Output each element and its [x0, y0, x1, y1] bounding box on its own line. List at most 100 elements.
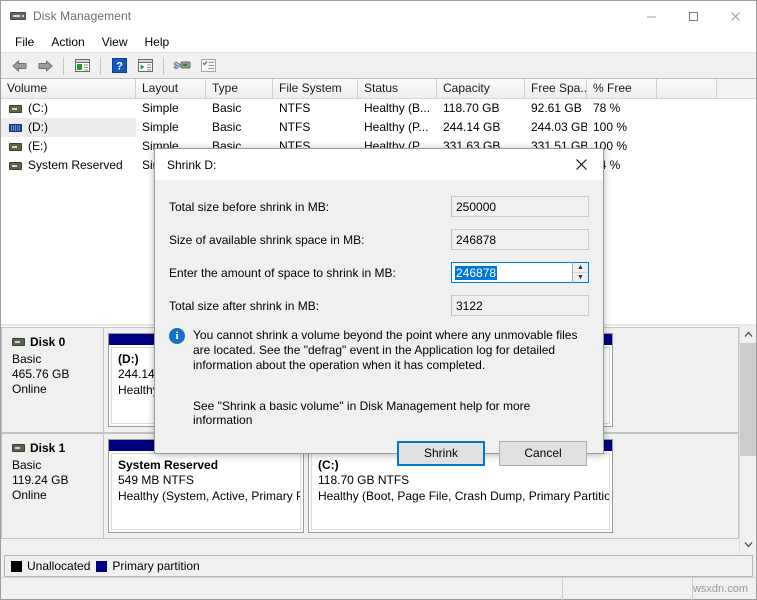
disk-status: Online	[12, 382, 47, 396]
toolbar-separator	[63, 56, 64, 75]
menu-help[interactable]: Help	[137, 32, 178, 52]
cell-free-space: 92.61 GB	[531, 101, 582, 115]
dialog-note-secondary: See "Shrink a basic volume" in Disk Mana…	[193, 399, 531, 427]
total-size-after-value: 3122	[451, 295, 589, 316]
rescan-disks-icon[interactable]	[170, 55, 194, 77]
volume-name: (C:)	[28, 101, 48, 115]
scroll-up-arrow-icon[interactable]	[740, 326, 757, 343]
selected-disk-icon	[9, 123, 22, 132]
field-total-size-after: Total size after shrink in MB: 3122	[169, 295, 589, 316]
partition-status: Healthy (Boot, Page File, Crash Dump, Pr…	[318, 489, 610, 503]
cell-capacity: 244.14 GB	[443, 120, 501, 134]
cell-percent-free: 100 %	[593, 120, 628, 134]
disk-icon	[12, 338, 25, 346]
show-hide-console-tree-icon[interactable]	[70, 55, 94, 77]
volume-name: (D:)	[28, 120, 48, 134]
legend-label: Unallocated	[27, 559, 91, 573]
toolbar-separator	[163, 56, 164, 75]
column-header-free-spa[interactable]: Free Spa...	[525, 79, 587, 98]
legend-swatch	[96, 560, 108, 572]
cell-status: Healthy (B...	[364, 101, 431, 115]
menu-action[interactable]: Action	[43, 32, 92, 52]
disk-type: Basic	[12, 352, 42, 366]
cell-volume: (C:)	[1, 99, 136, 118]
field-shrink-amount: Enter the amount of space to shrink in M…	[169, 262, 589, 283]
disk-size: 465.76 GB	[12, 367, 70, 381]
maximize-button[interactable]	[672, 1, 714, 31]
back-icon[interactable]	[7, 55, 31, 77]
cell-free-space: 244.03 GB	[531, 120, 587, 134]
cell-volume: System Reserved	[1, 156, 136, 175]
shrink-amount-stepper[interactable]: 246878 ▲ ▼	[451, 262, 589, 283]
stepper-up-icon[interactable]: ▲	[573, 263, 588, 273]
field-label: Enter the amount of space to shrink in M…	[169, 265, 396, 280]
disk-info[interactable]: Disk 0 Basic 465.76 GB Online	[2, 328, 104, 432]
cell-volume: (D:)	[1, 118, 136, 137]
field-available-shrink-space: Size of available shrink space in MB: 24…	[169, 229, 589, 250]
total-size-before-value: 250000	[451, 196, 589, 217]
cancel-button[interactable]: Cancel	[499, 440, 587, 466]
volume-row[interactable]: (C:) Simple Basic NTFS Healthy (B... 118.70 G…	[1, 99, 756, 118]
column-header-layout[interactable]: Layout	[136, 79, 206, 98]
disk-pane-scrollbar[interactable]	[739, 326, 756, 553]
legend-item: Unallocated	[11, 559, 90, 573]
status-bar: wsxdn.com	[1, 577, 756, 600]
title-bar: Disk Management	[1, 1, 756, 31]
legend-swatch	[11, 560, 22, 572]
field-label: Total size before shrink in MB:	[169, 199, 330, 214]
menu-file[interactable]: File	[7, 32, 42, 52]
cell-type: Basic	[212, 120, 242, 134]
column-header-capacity[interactable]: Capacity	[437, 79, 525, 98]
partition-legend: Unallocated Primary partition	[4, 555, 753, 577]
dialog-note: i You cannot shrink a volume beyond the …	[169, 328, 589, 373]
cell-layout: Simple	[142, 101, 179, 115]
properties-icon[interactable]	[133, 55, 157, 77]
svg-text:?: ?	[116, 61, 123, 73]
help-icon[interactable]: ?	[107, 55, 131, 77]
field-label: Size of available shrink space in MB:	[169, 232, 365, 247]
cell-type: Basic	[212, 101, 242, 115]
disk-name: Disk 1	[30, 441, 66, 455]
disk-title: Disk 0	[12, 335, 103, 349]
toolbar: ?	[1, 53, 756, 79]
dialog-close-button[interactable]	[559, 149, 603, 180]
scroll-down-arrow-icon[interactable]	[740, 536, 757, 553]
show-hide-action-pane-icon[interactable]	[196, 55, 220, 77]
disk-info[interactable]: Disk 1 Basic 119.24 GB Online	[2, 434, 104, 538]
scrollbar-track[interactable]	[739, 343, 756, 536]
cell-capacity: 118.70 GB	[443, 101, 500, 115]
shrink-button[interactable]: Shrink	[397, 440, 485, 466]
column-header-free[interactable]: % Free	[587, 79, 657, 98]
partition-status: Healthy (System, Active, Primary P	[118, 489, 301, 503]
menu-view[interactable]: View	[94, 32, 136, 52]
shrink-amount-value: 246878	[455, 265, 498, 280]
dialog-buttons: Shrink Cancel	[155, 427, 603, 479]
shrink-amount-input[interactable]: 246878	[451, 262, 572, 283]
volume-name: System Reserved	[28, 158, 123, 172]
available-shrink-space-value: 246878	[451, 229, 589, 250]
volume-list-header: Volume Layout Type File System Status Capacit…	[1, 79, 756, 99]
status-cell-main	[1, 577, 563, 600]
disk-title: Disk 1	[12, 441, 103, 455]
column-header-blank[interactable]	[657, 79, 717, 98]
window-title: Disk Management	[33, 9, 132, 23]
field-total-size-before: Total size before shrink in MB: 250000	[169, 196, 589, 217]
field-label: Total size after shrink in MB:	[169, 298, 320, 313]
cell-file-system: NTFS	[279, 101, 311, 115]
minimize-button[interactable]	[630, 1, 672, 31]
column-header-type[interactable]: Type	[206, 79, 273, 98]
scrollbar-thumb[interactable]	[739, 343, 756, 456]
close-button[interactable]	[714, 1, 756, 31]
volume-row[interactable]: (D:) Simple Basic NTFS Healthy (P... 244.14 G…	[1, 118, 756, 137]
legend-item: Primary partition	[96, 559, 200, 573]
column-header-status[interactable]: Status	[358, 79, 437, 98]
stepper-down-icon[interactable]: ▼	[573, 272, 588, 282]
dialog-note-text: You cannot shrink a volume beyond the po…	[193, 328, 578, 372]
column-header-file-system[interactable]: File System	[273, 79, 358, 98]
disk-size: 119.24 GB	[12, 473, 69, 487]
forward-icon[interactable]	[33, 55, 57, 77]
local-disk-icon	[9, 142, 22, 151]
menu-bar: File Action View Help	[1, 31, 756, 53]
column-header-volume[interactable]: Volume	[1, 79, 136, 98]
cell-volume: (E:)	[1, 137, 136, 156]
